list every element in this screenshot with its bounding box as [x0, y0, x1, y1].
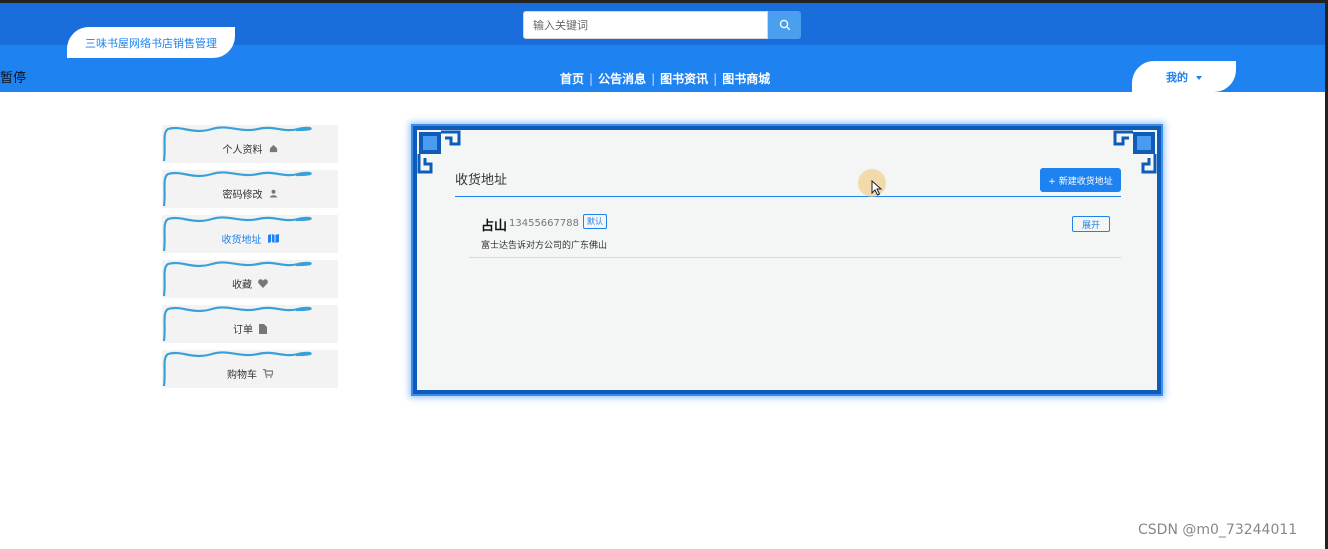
sidebar-item-favorites[interactable]: 收藏	[162, 260, 338, 298]
file-icon	[259, 323, 267, 334]
page: 三味书屋网络书店销售管理 暂停 首页 | 公告消息 | 图书资讯 | 图书商城 …	[0, 0, 1328, 549]
home-icon	[269, 144, 277, 153]
nav-book-mall[interactable]: 图书商城	[722, 70, 770, 87]
address-item: 占山 13455667788 默认 富士达告诉对方公司的广东佛山 展开	[469, 210, 1121, 258]
map-icon	[267, 234, 279, 243]
caret-down-icon	[1196, 75, 1202, 80]
panel-border-top	[413, 126, 1161, 130]
sidebar-item-password[interactable]: 密码修改	[162, 170, 338, 208]
corner-ornament	[417, 130, 461, 174]
watermark: CSDN @m0_73244011	[1138, 522, 1298, 538]
sidebar-item-label: 收货地址	[221, 235, 262, 246]
main-nav: 首页 | 公告消息 | 图书资讯 | 图书商城	[560, 70, 770, 87]
nav-separator: |	[651, 71, 656, 86]
sidebar-item-address[interactable]: 收货地址	[162, 215, 338, 253]
search-input[interactable]	[533, 18, 758, 32]
search-icon	[779, 19, 790, 31]
nav-separator: |	[589, 71, 594, 86]
sidebar-item-label: 购物车	[227, 370, 257, 381]
sidebar-item-label: 收藏	[232, 280, 252, 291]
sidebar-item-profile[interactable]: 个人资料	[162, 125, 338, 163]
site-brand[interactable]: 三味书屋网络书店销售管理	[67, 27, 235, 58]
paused-label: 暂停	[0, 71, 27, 86]
new-address-button[interactable]: + 新建收货地址	[1040, 168, 1121, 192]
default-badge: 默认	[583, 214, 607, 229]
nav-book-news[interactable]: 图书资讯	[660, 70, 708, 87]
address-name: 占山	[481, 219, 508, 234]
address-panel: 收货地址 + 新建收货地址 占山 13455667788 默认 富士达告诉对方公…	[411, 124, 1163, 396]
cart-icon	[263, 369, 273, 378]
nav-notices[interactable]: 公告消息	[598, 70, 646, 87]
address-phone: 13455667788	[509, 218, 579, 229]
nav-home[interactable]: 首页	[560, 70, 584, 87]
sidebar-item-orders[interactable]: 订单	[162, 305, 338, 343]
mine-dropdown[interactable]: 我的	[1132, 61, 1236, 92]
address-text: 富士达告诉对方公司的广东佛山	[481, 241, 608, 251]
title-divider	[455, 196, 1121, 197]
sidebar-item-label: 密码修改	[222, 190, 263, 201]
panel-border-bottom	[413, 390, 1161, 394]
sidebar-item-cart[interactable]: 购物车	[162, 350, 338, 388]
sidebar-item-label: 订单	[233, 325, 253, 336]
heart-icon	[258, 279, 268, 288]
expand-button[interactable]: 展开	[1072, 216, 1110, 232]
brand-label: 三味书屋网络书店销售管理	[85, 36, 217, 50]
search-button[interactable]	[768, 11, 801, 39]
sidebar-item-label: 个人资料	[222, 145, 263, 156]
nav-separator: |	[713, 71, 718, 86]
user-icon	[269, 189, 277, 198]
panel-title: 收货地址	[455, 173, 508, 188]
search-field[interactable]	[523, 11, 768, 39]
corner-ornament	[1113, 130, 1157, 174]
panel-border-right	[1157, 126, 1161, 394]
mouse-cursor-icon	[871, 180, 883, 196]
mine-label: 我的	[1166, 70, 1188, 84]
